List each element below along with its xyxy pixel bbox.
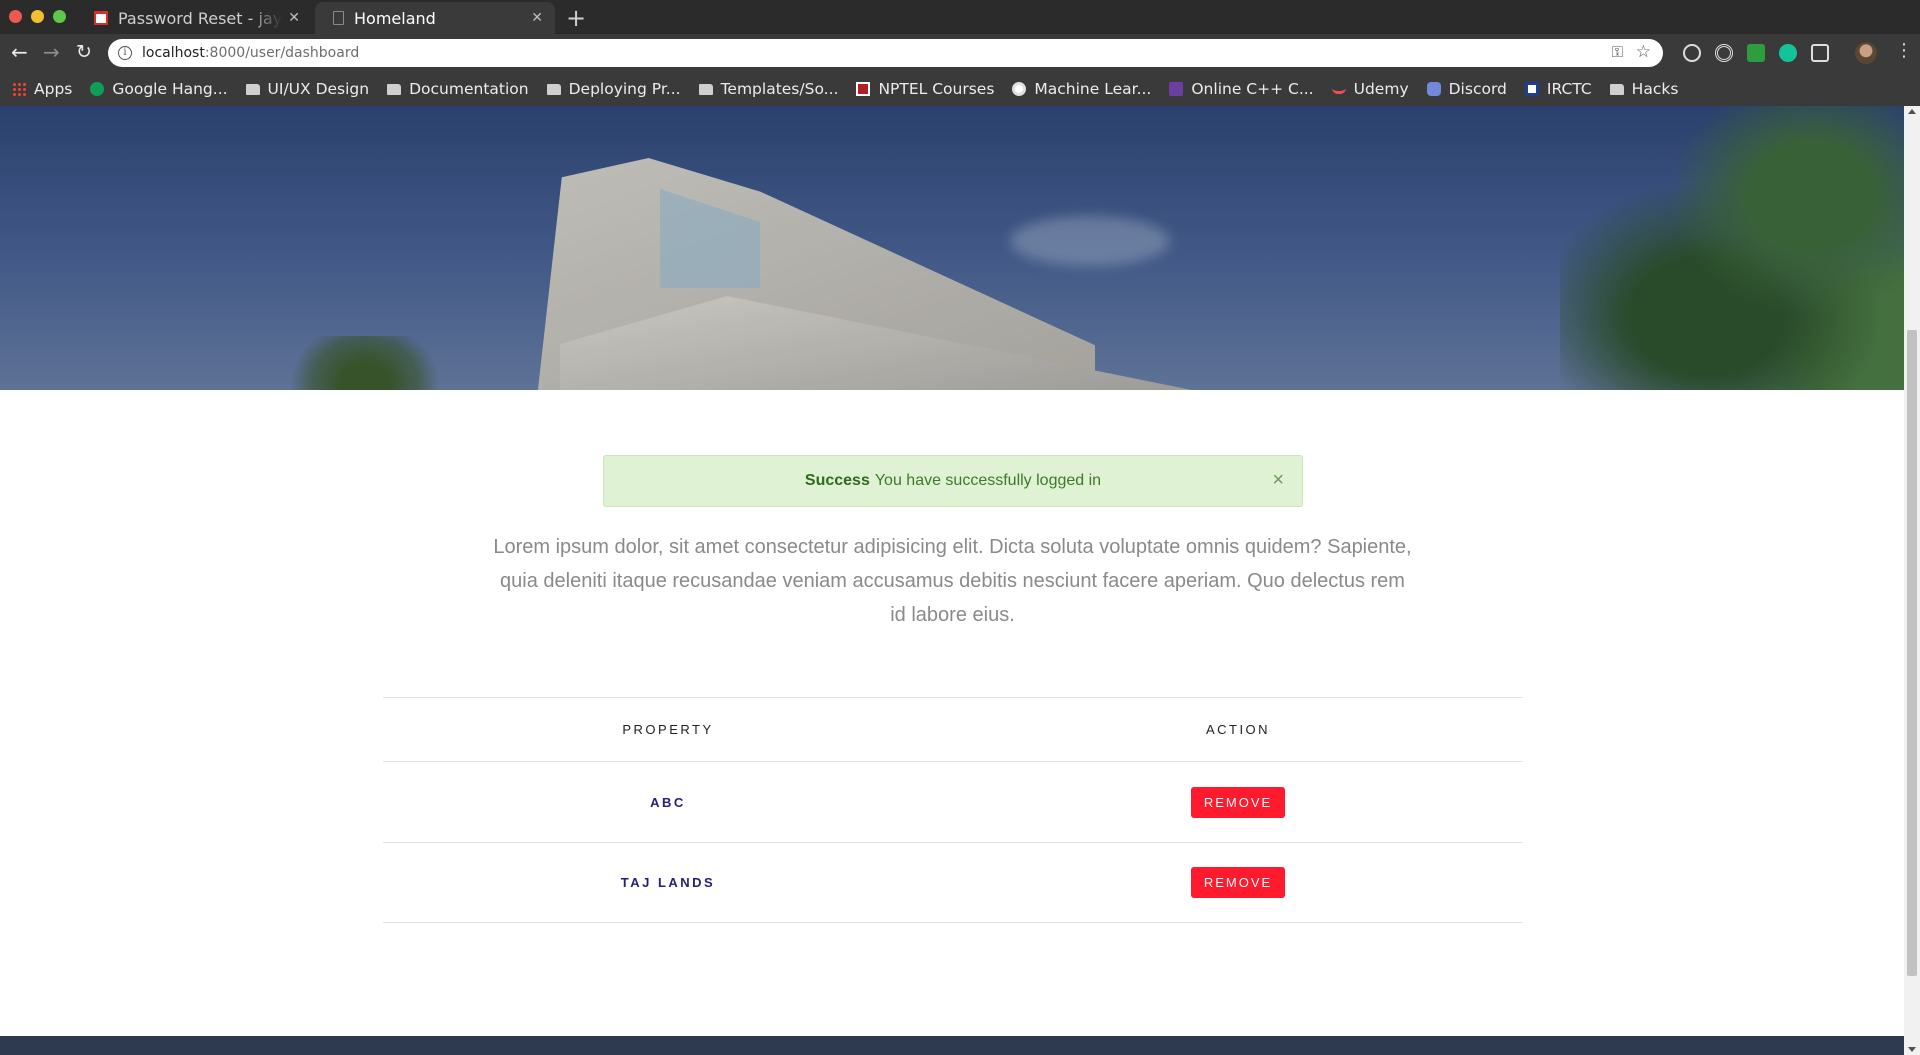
- column-header-action: ACTION: [1205, 722, 1271, 737]
- bookmark-discord[interactable]: Discord: [1426, 80, 1507, 98]
- folder-icon: [387, 83, 402, 95]
- bookmark-templates[interactable]: Templates/So...: [698, 80, 838, 98]
- bookmark-irctc[interactable]: IRCTC: [1524, 80, 1592, 98]
- udemy-icon: [1331, 84, 1346, 94]
- property-name: TAJ LANDS: [620, 875, 716, 890]
- profile-avatar[interactable]: [1855, 42, 1877, 64]
- site-info-icon[interactable]: i: [118, 46, 132, 60]
- alert-message: You have successfully logged in: [874, 472, 1102, 489]
- column-header-property: PROPERTY: [622, 722, 714, 737]
- tab-password-reset[interactable]: Password Reset - jaygala ✕: [76, 2, 312, 34]
- url-host: localhost: [142, 45, 205, 61]
- bookmark-online-cpp[interactable]: Online C++ C...: [1169, 80, 1314, 98]
- maximize-window-button[interactable]: [53, 10, 66, 23]
- success-alert: Success You have successfully logged in …: [603, 455, 1303, 507]
- tab-homeland[interactable]: Homeland ✕: [315, 2, 555, 34]
- minimize-window-button[interactable]: [31, 10, 44, 23]
- close-tab-icon[interactable]: ✕: [531, 10, 543, 26]
- discord-icon: [1426, 82, 1441, 96]
- bookmark-star-icon[interactable]: ☆: [1636, 42, 1651, 62]
- alert-close-icon[interactable]: ×: [1272, 469, 1284, 492]
- close-window-button[interactable]: [9, 10, 22, 23]
- folder-icon: [698, 83, 713, 95]
- browser-tab-bar: Password Reset - jaygala ✕ Homeland ✕ +: [0, 0, 1920, 34]
- property-table: PROPERTY ACTION ABC REMOVE TAJ LANDS REM…: [383, 697, 1523, 923]
- hangouts-icon: [90, 82, 105, 96]
- scroll-up-icon[interactable]: [1908, 109, 1916, 114]
- tab-title: Password Reset - jaygala: [118, 8, 283, 28]
- browser-menu-icon[interactable]: ⋮: [1895, 40, 1913, 61]
- folder-icon: [245, 83, 260, 95]
- remove-button[interactable]: REMOVE: [1190, 786, 1286, 818]
- nptel-icon: [856, 82, 871, 96]
- extension-target-icon[interactable]: [1715, 44, 1733, 62]
- bookmark-deploying[interactable]: Deploying Pr...: [546, 80, 681, 98]
- folder-icon: [1609, 83, 1624, 95]
- ml-icon: [1012, 82, 1027, 96]
- bookmark-apps[interactable]: Apps: [12, 80, 72, 98]
- bookmark-ui-ux-design[interactable]: UI/UX Design: [245, 80, 369, 98]
- react-devtools-icon[interactable]: [1683, 44, 1701, 62]
- irctc-icon: [1524, 82, 1539, 96]
- tab-title: Homeland: [354, 8, 436, 28]
- document-icon: [333, 11, 344, 25]
- folder-icon: [546, 83, 561, 95]
- vertical-scrollbar[interactable]: [1904, 106, 1920, 1055]
- bookmark-machine-learning[interactable]: Machine Lear...: [1012, 80, 1151, 98]
- browser-toolbar: ← → ↻ i localhost:8000/user/dashboard ⚿ …: [0, 34, 1920, 72]
- bookmarks-bar: Apps Google Hang... UI/UX Design Documen…: [0, 72, 1920, 106]
- address-bar[interactable]: i localhost:8000/user/dashboard ⚿ ☆: [108, 39, 1663, 67]
- page-footer: [0, 1036, 1904, 1055]
- cpp-icon: [1169, 82, 1184, 96]
- key-icon[interactable]: ⚿: [1612, 43, 1623, 61]
- back-arrow-icon[interactable]: ←: [11, 42, 28, 62]
- table-header-row: PROPERTY ACTION: [383, 697, 1523, 761]
- intro-paragraph: Lorem ipsum dolor, sit amet consectetur …: [493, 536, 1412, 626]
- table-row: TAJ LANDS REMOVE: [383, 842, 1523, 923]
- new-tab-button[interactable]: +: [566, 4, 586, 32]
- grammarly-icon[interactable]: [1779, 44, 1797, 62]
- bookmark-nptel[interactable]: NPTEL Courses: [856, 80, 994, 98]
- bookmark-documentation[interactable]: Documentation: [387, 80, 529, 98]
- table-row: ABC REMOVE: [383, 761, 1523, 842]
- hero-banner-image: [0, 106, 1904, 390]
- url-path: :8000/user/dashboard: [204, 45, 360, 61]
- alert-title: Success: [804, 472, 870, 489]
- scrollbar-thumb[interactable]: [1907, 330, 1917, 976]
- forward-arrow-icon[interactable]: →: [43, 42, 60, 62]
- bookmark-hacks[interactable]: Hacks: [1609, 80, 1678, 98]
- close-tab-icon[interactable]: ✕: [288, 10, 300, 26]
- gmail-icon: [94, 11, 108, 25]
- extension-leaf-icon[interactable]: [1811, 44, 1829, 62]
- scroll-down-icon[interactable]: [1908, 1047, 1916, 1052]
- bookmark-udemy[interactable]: Udemy: [1331, 80, 1409, 98]
- property-name: ABC: [650, 794, 686, 810]
- remove-button[interactable]: REMOVE: [1190, 867, 1286, 898]
- bookmark-google-hangouts[interactable]: Google Hang...: [90, 80, 228, 98]
- reload-icon[interactable]: ↻: [76, 42, 92, 62]
- extension-green-icon[interactable]: [1747, 44, 1765, 62]
- apps-grid-icon: [12, 82, 26, 96]
